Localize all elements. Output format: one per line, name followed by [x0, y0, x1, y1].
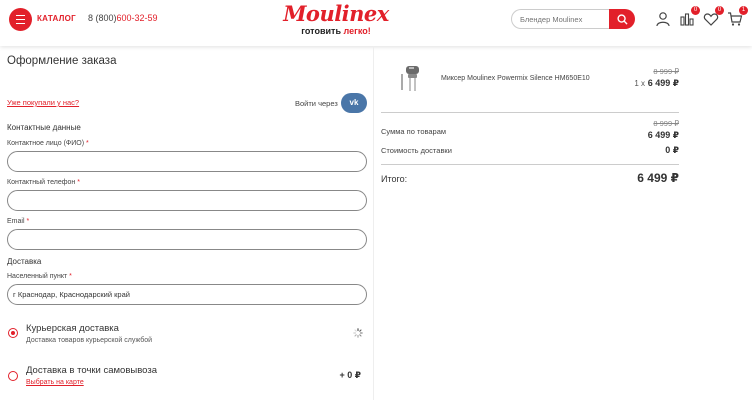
goods-sum-old: 8 999 ₽	[653, 119, 679, 128]
goods-sum-label: Сумма по товарам	[381, 127, 447, 136]
city-label: Населенный пункт *	[7, 273, 72, 280]
courier-delivery-radio[interactable]	[8, 328, 18, 338]
courier-delivery-subtitle: Доставка товаров курьерской службой	[26, 337, 153, 344]
search-icon	[616, 13, 628, 25]
product-name[interactable]: Миксер Moulinex Powermix Silence HM650E1…	[441, 75, 590, 82]
phone-field[interactable]	[7, 190, 367, 211]
tagline: готовить легко!	[301, 26, 371, 36]
total-value: 6 499 ₽	[637, 171, 679, 185]
checkout-form: Оформление заказа Уже покупали у нас? Во…	[0, 46, 374, 400]
divider	[381, 112, 679, 113]
order-summary: Миксер Moulinex Powermix Silence HM650E1…	[374, 46, 752, 400]
site-header: КАТАЛОГ 8 (800)600-32-59 Moulinex готови…	[0, 0, 752, 46]
product-price: 6 499 ₽	[647, 78, 679, 88]
delivery-cost-label: Стоимость доставки	[381, 146, 452, 155]
delivery-section-title: Доставка	[7, 257, 42, 266]
login-via-label: Войти через	[295, 99, 338, 108]
pickup-delivery-radio[interactable]	[8, 371, 18, 381]
choose-on-map-link[interactable]: Выбрать на карте	[26, 379, 84, 386]
returning-customer-link[interactable]: Уже покупали у нас?	[7, 98, 79, 107]
loading-spinner-icon	[353, 328, 363, 338]
favorites-button[interactable]: 0	[703, 6, 724, 27]
favorites-count-badge: 0	[715, 6, 724, 15]
email-field[interactable]	[7, 229, 367, 250]
search-button[interactable]	[609, 9, 635, 29]
product-image[interactable]	[396, 64, 426, 94]
phone-label: Контактный телефон *	[7, 179, 80, 186]
logo-text: Moulinex	[283, 1, 389, 26]
name-field[interactable]	[7, 151, 367, 172]
email-label: Email *	[7, 218, 30, 225]
pickup-delivery-price: + 0 ₽	[339, 370, 361, 380]
catalog-link[interactable]: КАТАЛОГ	[37, 14, 76, 23]
compare-count-badge: 0	[691, 6, 700, 15]
cart-count-badge: 1	[739, 6, 748, 15]
total-label: Итого:	[381, 174, 408, 184]
goods-sum-value: 6 499 ₽	[647, 130, 679, 140]
search-input[interactable]	[511, 9, 610, 29]
menu-button[interactable]	[9, 8, 32, 31]
phone-number[interactable]: 8 (800)600-32-59	[88, 13, 158, 23]
product-old-price: 8 999 ₽	[653, 67, 679, 76]
city-field[interactable]	[7, 284, 367, 305]
courier-delivery-title[interactable]: Курьерская доставка	[26, 323, 119, 334]
contacts-section-title: Контактные данные	[7, 123, 81, 132]
name-label: Контактное лицо (ФИО) *	[7, 140, 89, 147]
page-title: Оформление заказа	[7, 55, 117, 67]
brand-logo[interactable]: Moulinex готовить легко!	[278, 1, 394, 36]
phone-digits: 600-32-59	[116, 13, 158, 23]
pickup-delivery-title[interactable]: Доставка в точки самовывоза	[26, 365, 157, 376]
divider	[381, 164, 679, 165]
user-icon	[656, 12, 670, 27]
vk-login-button[interactable]: vk	[341, 93, 367, 113]
compare-button[interactable]: 0	[679, 6, 700, 27]
account-button[interactable]	[655, 11, 671, 27]
cart-button[interactable]: 1	[727, 6, 748, 27]
delivery-cost-value: 0 ₽	[665, 145, 679, 155]
menu-icon	[16, 15, 25, 17]
phone-prefix: 8 (800)	[88, 13, 117, 23]
product-quantity: 1 x	[634, 79, 645, 88]
